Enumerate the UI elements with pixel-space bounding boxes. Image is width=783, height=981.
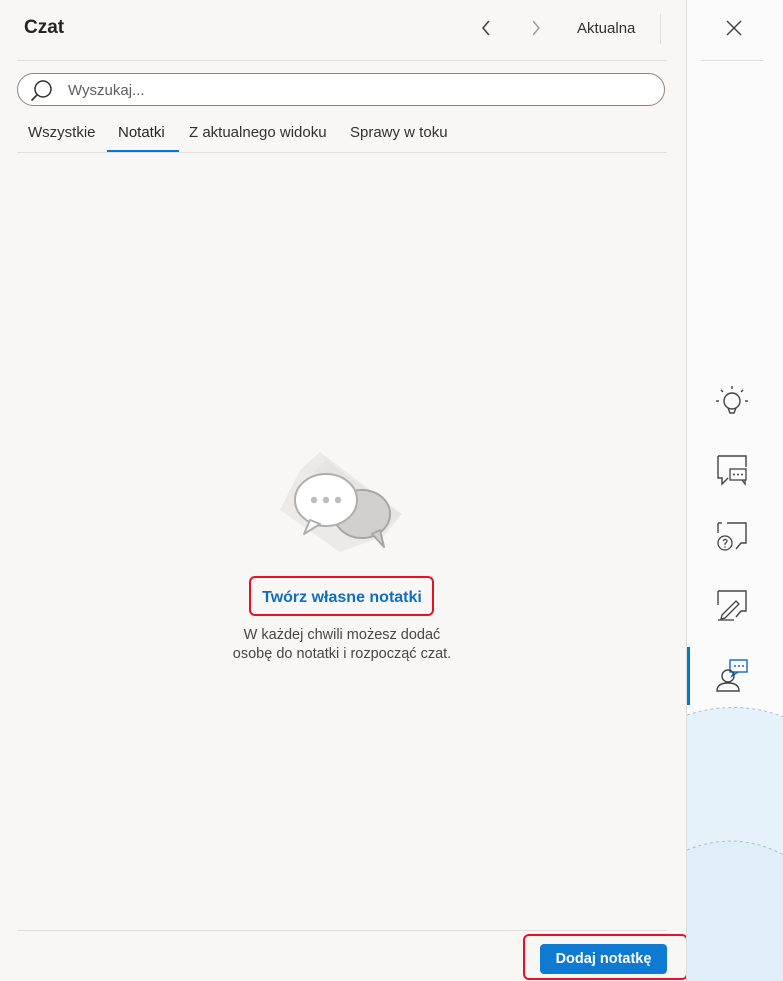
chevron-left-icon (481, 20, 490, 36)
tab-bar: Wszystkie Notatki Z aktualnego widoku Sp… (17, 118, 667, 153)
previous-button[interactable] (474, 16, 498, 40)
active-rail-indicator (687, 647, 690, 705)
header-divider (660, 14, 661, 44)
rail-item-questions[interactable] (714, 519, 750, 555)
contact-chat-icon (716, 659, 748, 692)
header-separator (17, 60, 667, 61)
rail-item-chat[interactable] (714, 452, 750, 488)
question-chat-icon (717, 522, 747, 551)
decorative-background (687, 706, 783, 981)
rail-item-contact-chat[interactable] (714, 657, 750, 693)
empty-state-description-line: osobę do notatki i rozpocząć czat. (232, 646, 452, 662)
empty-state-description-line: W każdej chwili możesz dodać (243, 627, 441, 643)
empty-state-description: W każdej chwili możesz dodać osobę do no… (0, 626, 684, 664)
search-input[interactable] (68, 80, 628, 100)
tab-all[interactable]: Wszystkie (28, 124, 96, 152)
tab-cases-in-progress[interactable]: Sprawy w toku (350, 124, 448, 152)
close-button[interactable] (723, 17, 745, 39)
empty-state-title: Twórz własne notatki (262, 589, 422, 606)
current-button[interactable]: Aktualna (577, 20, 635, 37)
rail-item-notes-edit[interactable] (714, 587, 750, 623)
pane-title: Czat (24, 17, 65, 38)
tab-current-view[interactable]: Z aktualnego widoku (189, 124, 327, 152)
edit-note-icon (717, 590, 747, 621)
add-note-button[interactable]: Dodaj notatkę (540, 944, 667, 974)
pane-header: Czat Aktualna (0, 0, 686, 60)
lightbulb-icon (716, 386, 748, 414)
close-icon (726, 20, 742, 36)
chevron-right-icon (532, 20, 541, 36)
rail-item-insights[interactable] (714, 384, 750, 420)
next-button[interactable] (524, 16, 548, 40)
selected-tab-indicator (107, 150, 179, 152)
search-icon (30, 80, 52, 102)
search-box[interactable] (17, 73, 665, 106)
side-rail (686, 0, 783, 981)
tab-notes[interactable]: Notatki (118, 124, 165, 152)
chat-icon (717, 455, 747, 486)
chat-pane: Czat Aktualna Wszystkie Notatki Z aktual… (0, 0, 688, 981)
chat-bubbles-icon (280, 452, 402, 552)
rail-separator (701, 60, 764, 61)
footer-separator (17, 930, 667, 931)
